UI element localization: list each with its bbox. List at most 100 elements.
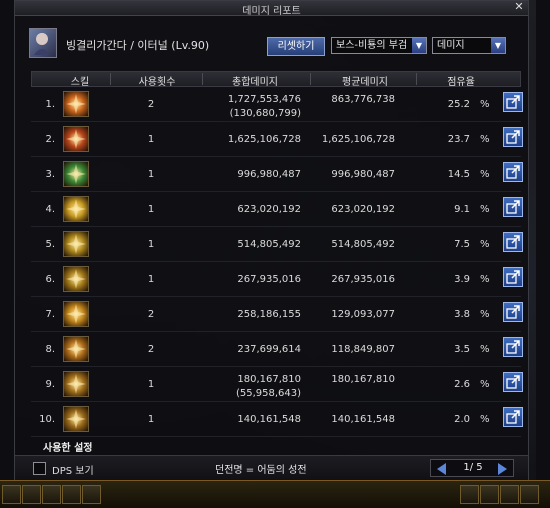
- share-icon[interactable]: [503, 267, 523, 287]
- share-icon[interactable]: [503, 197, 523, 217]
- claw-icon[interactable]: [63, 406, 89, 432]
- avg-damage: 996,980,487: [331, 169, 395, 180]
- share-unit: %: [480, 274, 490, 285]
- avg-damage: 1,625,106,728: [321, 134, 395, 145]
- share-value: 9.1: [454, 204, 470, 215]
- total-damage: 258,186,155: [237, 309, 301, 320]
- spike-burst-icon[interactable]: [63, 231, 89, 257]
- hud-slot[interactable]: [62, 485, 81, 504]
- page-indicator: 1/ 5: [463, 462, 483, 473]
- hud-slot[interactable]: [480, 485, 499, 504]
- prev-page-icon[interactable]: [437, 463, 446, 475]
- share-unit: %: [480, 204, 490, 215]
- avg-damage: 267,935,016: [331, 274, 395, 285]
- avg-damage: 514,805,492: [331, 239, 395, 250]
- hud-slot[interactable]: [520, 485, 539, 504]
- slash-icon[interactable]: [63, 336, 89, 362]
- avatar: [29, 28, 57, 58]
- avg-damage: 623,020,192: [331, 204, 395, 215]
- share-unit: %: [480, 379, 490, 390]
- lightning-icon[interactable]: [63, 196, 89, 222]
- total-damage: 267,935,016: [237, 274, 301, 285]
- dps-label: DPS 보기: [52, 466, 94, 477]
- star-burst-icon[interactable]: [63, 301, 89, 327]
- green-burst-icon[interactable]: [63, 161, 89, 187]
- rank: 5.: [45, 239, 55, 250]
- next-page-icon[interactable]: [498, 463, 507, 475]
- hud-slot[interactable]: [500, 485, 519, 504]
- hud-slot[interactable]: [2, 485, 21, 504]
- total-damage: 623,020,192: [237, 204, 301, 215]
- flame-ring-icon[interactable]: [63, 126, 89, 152]
- dps-checkbox[interactable]: [33, 462, 46, 475]
- share-value: 3.5: [454, 344, 470, 355]
- total-damage: 237,699,614: [237, 344, 301, 355]
- chevron-down-icon[interactable]: ▼: [412, 38, 426, 53]
- metric-select[interactable]: 데미지 ▼: [432, 37, 506, 54]
- avg-damage: 129,093,077: [331, 309, 395, 320]
- skill-table: 1. 2 1,727,553,476 (130,680,799) 863,776,738…: [31, 87, 523, 437]
- table-row: 3. 1 996,980,487 996,980,487 14.5%: [31, 157, 523, 192]
- col-total: 총합데미지: [232, 77, 278, 88]
- total-damage: 140,161,548: [237, 414, 301, 425]
- col-avg: 평균데미지: [342, 77, 388, 88]
- report-header: 빙결리가간다 / 이터널 (Lv.90) 리셋하기 보스-비툥의 부검 ▼ 데미…: [15, 15, 528, 65]
- use-count: 2: [147, 99, 155, 110]
- rank: 10.: [39, 414, 55, 425]
- share-unit: %: [480, 414, 490, 425]
- share-icon[interactable]: [503, 407, 523, 427]
- use-count: 1: [147, 204, 155, 215]
- share-icon[interactable]: [503, 372, 523, 392]
- left-game-strip: [0, 0, 14, 507]
- table-row: 8. 2 237,699,614 118,849,807 3.5%: [31, 332, 523, 367]
- hud-slot[interactable]: [22, 485, 41, 504]
- total-damage-sub: (130,680,799): [229, 108, 301, 119]
- used-settings-label: 사용한 설정: [43, 443, 93, 454]
- hud-slot[interactable]: [42, 485, 61, 504]
- use-count: 1: [147, 414, 155, 425]
- wave-slash-icon[interactable]: [63, 371, 89, 397]
- player-name: 빙결리가간다 / 이터널 (Lv.90): [66, 39, 210, 52]
- chevron-down-icon[interactable]: ▼: [491, 38, 505, 53]
- share-icon[interactable]: [503, 232, 523, 252]
- report-footer: DPS 보기 던전명 = 어둠의 성전 1/ 5: [15, 455, 528, 482]
- col-share: 점유율: [447, 77, 475, 88]
- share-icon[interactable]: [503, 127, 523, 147]
- rank: 9.: [45, 379, 55, 390]
- table-row: 1. 2 1,727,553,476 (130,680,799) 863,776,738…: [31, 87, 523, 122]
- use-count: 2: [147, 344, 155, 355]
- share-icon[interactable]: [503, 92, 523, 112]
- share-icon[interactable]: [503, 302, 523, 322]
- share-unit: %: [480, 99, 490, 110]
- hud-slot[interactable]: [82, 485, 101, 504]
- table-row: 5. 1 514,805,492 514,805,492 7.5%: [31, 227, 523, 262]
- spark-icon[interactable]: [63, 266, 89, 292]
- use-count: 1: [147, 134, 155, 145]
- col-uses: 사용횟수: [138, 77, 176, 88]
- table-row: 9. 1 180,167,810 (55,958,643) 180,167,810 2.6…: [31, 367, 523, 402]
- total-damage: 1,625,106,728: [227, 134, 301, 145]
- table-row: 4. 1 623,020,192 623,020,192 9.1%: [31, 192, 523, 227]
- use-count: 1: [147, 274, 155, 285]
- share-value: 2.0: [454, 414, 470, 425]
- share-value: 2.6: [454, 379, 470, 390]
- table-row: 7. 2 258,186,155 129,093,077 3.8%: [31, 297, 523, 332]
- use-count: 1: [147, 239, 155, 250]
- avg-damage: 140,161,548: [331, 414, 395, 425]
- table-row: 10. 1 140,161,548 140,161,548 2.0%: [31, 402, 523, 437]
- right-game-strip: [536, 0, 550, 507]
- dungeon-name: 던전명 = 어둠의 성전: [215, 465, 307, 476]
- fire-burst-icon[interactable]: [63, 91, 89, 117]
- avg-damage: 180,167,810: [331, 374, 395, 385]
- col-skill: 스킬: [70, 77, 90, 88]
- avg-damage: 118,849,807: [331, 344, 395, 355]
- hud-slot[interactable]: [460, 485, 479, 504]
- window-titlebar[interactable]: 데미지 리포트 ✕: [15, 1, 528, 17]
- dungeon-select[interactable]: 보스-비툥의 부검 ▼: [331, 37, 427, 54]
- share-icon[interactable]: [503, 337, 523, 357]
- use-count: 2: [147, 309, 155, 320]
- share-icon[interactable]: [503, 162, 523, 182]
- reset-button[interactable]: 리셋하기: [267, 37, 325, 56]
- close-icon[interactable]: ✕: [513, 1, 525, 13]
- share-unit: %: [480, 309, 490, 320]
